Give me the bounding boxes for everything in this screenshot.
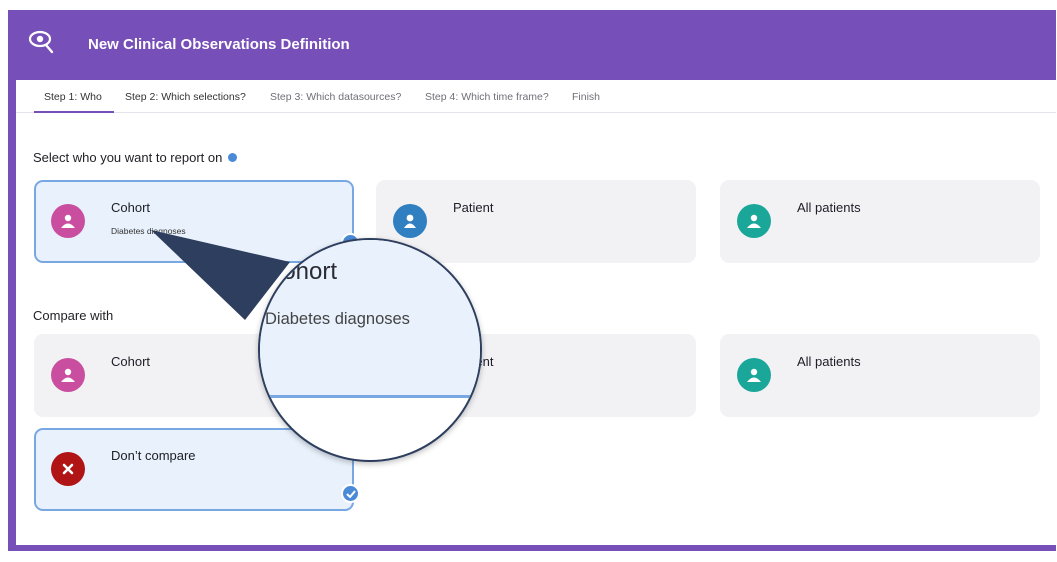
card-label: All patients: [797, 354, 861, 369]
group-icon: [737, 358, 771, 392]
report-on-heading: Select who you want to report on: [33, 150, 238, 165]
magnified-label: Cohort: [265, 258, 338, 285]
card-label: Don’t compare: [111, 448, 196, 463]
close-icon: [51, 452, 85, 486]
report-on-title: Select who you want to report on: [33, 150, 223, 165]
group-icon: [51, 204, 85, 238]
main-content: Step 1: Who Step 2: Which selections? St…: [16, 80, 1056, 545]
report-on-all-patients-card[interactable]: All patients: [720, 180, 1040, 263]
group-icon: [51, 358, 85, 392]
tab-step-2-selections[interactable]: Step 2: Which selections?: [125, 91, 246, 103]
tab-step-4-time-frame[interactable]: Step 4: Which time frame?: [425, 91, 549, 103]
tab-step-3-datasources[interactable]: Step 3: Which datasources?: [270, 91, 401, 103]
info-icon[interactable]: [228, 153, 238, 163]
app-window: New Clinical Observations Definition Ste…: [8, 10, 1056, 551]
compare-all-patients-card[interactable]: All patients: [720, 334, 1040, 417]
wizard-tabs: Step 1: Who Step 2: Which selections? St…: [16, 80, 1056, 113]
card-label: Cohort: [111, 200, 151, 215]
card-label: Cohort: [111, 354, 151, 369]
magnified-card: Cohort Diabetes diagnoses: [260, 240, 480, 398]
magnifier-eye-logo: [28, 30, 54, 54]
magnified-sublabel: Diabetes diagnoses: [265, 310, 410, 328]
card-label: Patient: [453, 200, 494, 215]
title-bar: New Clinical Observations Definition: [8, 10, 1056, 80]
card-sublabel: Diabetes diagnoses: [111, 226, 186, 236]
group-icon: [737, 204, 771, 238]
checkmark-icon: [341, 484, 360, 503]
tab-finish[interactable]: Finish: [572, 91, 600, 103]
person-icon: [393, 204, 427, 238]
card-label: All patients: [797, 200, 861, 215]
magnifier-callout: Cohort Diabetes diagnoses: [258, 238, 482, 462]
compare-with-heading: Compare with: [33, 308, 114, 323]
app-title: New Clinical Observations Definition: [88, 36, 350, 53]
active-tab-indicator: [34, 111, 114, 113]
tab-step-1-who[interactable]: Step 1: Who: [44, 91, 102, 103]
